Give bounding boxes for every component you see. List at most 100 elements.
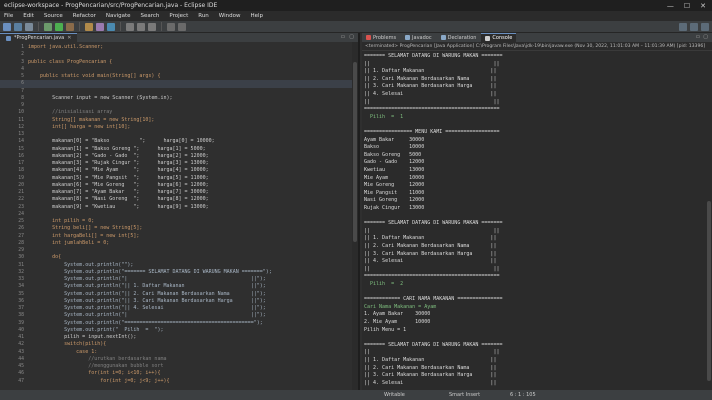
menu-source[interactable]: Source [44,13,63,19]
tab-javadoc[interactable]: Javadoc [401,33,436,42]
code-line[interactable]: 20 makanan[6] = "Mie Goreng "; harga[6] … [0,182,358,189]
code-line[interactable]: 25 int pilih = 0; [0,218,358,225]
menu-file[interactable]: File [4,13,13,19]
tab-declaration[interactable]: Declaration [437,33,481,42]
scroll-thumb[interactable] [707,201,711,381]
code-line[interactable]: 41 pilih = input.nextInt(); [0,334,358,341]
code-line[interactable]: 22 makanan[8] = "Nasi Goreng "; harga[8]… [0,196,358,203]
code-line[interactable]: 30 do{ [0,254,358,261]
debug-icon[interactable] [44,22,52,31]
console-scrollbar[interactable] [706,51,712,390]
editor-scrollbar[interactable] [352,42,358,390]
code-line[interactable]: 24 [0,211,358,218]
close-button[interactable]: ✕ [700,2,706,10]
maximize-icon[interactable]: ▢ [703,34,708,40]
code-line[interactable]: 6 [0,80,358,88]
code-line[interactable]: 19 makanan[5] = "Mie Pangsit "; harga[5]… [0,175,358,182]
code-line[interactable]: 46 for(int i=0; i<10; i++){ [0,370,358,377]
code-line[interactable]: 42 switch(pilih){ [0,341,358,348]
code-line[interactable]: 9 [0,102,358,109]
tab-problems[interactable]: Problems [362,33,400,42]
maximize-icon[interactable]: ▢ [349,34,354,40]
code-line[interactable]: 26 String beli[] = new String[5]; [0,225,358,232]
code-line[interactable]: 40 System.out.print(" Pilih = "); [0,327,358,334]
code-line[interactable]: 4 [0,66,358,73]
menu-navigate[interactable]: Navigate [106,13,131,19]
new-java-project-icon[interactable] [85,22,93,31]
console-line: Bakso Goreng 5000 [364,151,422,158]
search-icon[interactable] [679,23,687,31]
code-line[interactable]: 44 //urutkan berdasarkan nama [0,356,358,363]
code-line[interactable]: 28 int jumlahBeli = 0; [0,240,358,247]
code-line[interactable]: 2 [0,51,358,58]
code-text: case 1: [28,348,98,355]
perspective-java-icon[interactable] [690,23,698,31]
maximize-button[interactable]: ☐ [684,2,690,10]
save-icon[interactable] [14,22,22,31]
console-line: ========================================… [364,273,500,280]
run-icon[interactable] [55,22,63,31]
toggle-mark-icon[interactable] [148,22,156,31]
code-line[interactable]: 7 [0,88,358,95]
code-text: System.out.println("|| 4. Selesai ||"); [28,305,266,311]
code-text: makanan[9] = "Kwetiau "; harga[9] = 1300… [28,203,209,210]
code-line[interactable]: 27 int hargaBeli[] = new int[5]; [0,233,358,240]
new-package-icon[interactable] [96,22,104,31]
code-line[interactable]: 47 for(int j=0; j<9; j++){ [0,378,358,385]
code-line[interactable]: 45 //menggunakan bubble sort [0,363,358,370]
minimize-icon[interactable]: ▭ [696,34,701,40]
tab-progpencarian[interactable]: *ProgPencarian.java ✕ [0,33,78,42]
code-line[interactable]: 35 System.out.println("|| 2. Cari Makana… [0,291,358,298]
code-line[interactable]: 1 import java.util.Scanner; [0,44,358,51]
forward-icon[interactable] [178,22,186,31]
code-line[interactable]: 34 System.out.println("|| 1. Daftar Maka… [0,283,358,290]
menu-window[interactable]: Window [219,13,241,19]
save-all-icon[interactable] [25,22,33,31]
menu-search[interactable]: Search [141,13,160,19]
menu-edit[interactable]: Edit [23,13,34,19]
close-icon[interactable]: ✕ [67,35,71,41]
code-line[interactable]: 38 System.out.println("| ||"); [0,312,358,319]
minimize-button[interactable]: — [667,2,674,10]
code-line[interactable]: 10 //inisialisasi array [0,109,358,116]
code-line[interactable]: 18 makanan[4] = "Mie Ayam "; harga[4] = … [0,167,358,174]
code-line[interactable]: 17 makanan[3] = "Rujak Cingur "; harga[3… [0,160,358,167]
perspective-debug-icon[interactable] [701,23,709,31]
line-number: 6 [21,81,24,87]
code-line[interactable]: 32 System.out.println("======= SELAMAT D… [0,269,358,276]
open-type-icon[interactable] [137,22,145,31]
search-icon[interactable] [126,22,134,31]
scroll-thumb[interactable] [353,62,357,242]
new-icon[interactable] [3,22,11,31]
code-line[interactable]: 3 public class ProgPencarian { [0,59,358,66]
new-class-icon[interactable] [107,22,115,31]
menu-run[interactable]: Run [198,13,209,19]
menu-project[interactable]: Project [169,13,188,19]
code-line[interactable]: 5 public static void main(String[] args)… [0,73,358,80]
minimize-icon[interactable]: ▭ [341,34,346,40]
console-output[interactable]: ======= SELAMAT DATANG DI WARUNG MAKAN =… [362,51,706,390]
code-line[interactable]: 33 System.out.println("| ||"); [0,276,358,283]
code-line[interactable]: 12 int[] harga = new int[10]; [0,124,358,131]
code-line[interactable]: 23 makanan[9] = "Kwetiau "; harga[9] = 1… [0,204,358,211]
code-line[interactable]: 15 makanan[1] = "Bakso Goreng "; harga[1… [0,146,358,153]
code-line[interactable]: 36 System.out.println("|| 3. Cari Makana… [0,298,358,305]
code-line[interactable]: 29 [0,247,358,254]
code-line[interactable]: 21 makanan[7] = "Ayam Bakar "; harga[7] … [0,189,358,196]
code-line[interactable]: 11 String[] makanan = new String[10]; [0,117,358,124]
menu-help[interactable]: Help [250,13,263,19]
code-area[interactable]: 1 import java.util.Scanner; 2 3 public class… [0,42,358,390]
back-icon[interactable] [167,22,175,31]
menu-refactor[interactable]: Refactor [73,13,96,19]
external-tools-icon[interactable] [66,22,74,31]
console-line: Nasi Goreng 12000 [364,197,425,204]
code-line[interactable]: 8 Scanner input = new Scanner (System.in… [0,95,358,102]
code-line[interactable]: 13 [0,131,358,138]
tab-console[interactable]: Console [481,33,517,42]
code-line[interactable]: 43 case 1: [0,349,358,356]
code-line[interactable]: 37 System.out.println("|| 4. Selesai ||"… [0,305,358,312]
code-line[interactable]: 39 System.out.println("=================… [0,320,358,327]
code-line[interactable]: 14 makanan[0] = "Bakso "; harga[0] = 100… [0,138,358,145]
code-line[interactable]: 16 makanan[2] = "Gado - Gado "; harga[2]… [0,153,358,160]
code-line[interactable]: 31 System.out.println(""); [0,262,358,269]
